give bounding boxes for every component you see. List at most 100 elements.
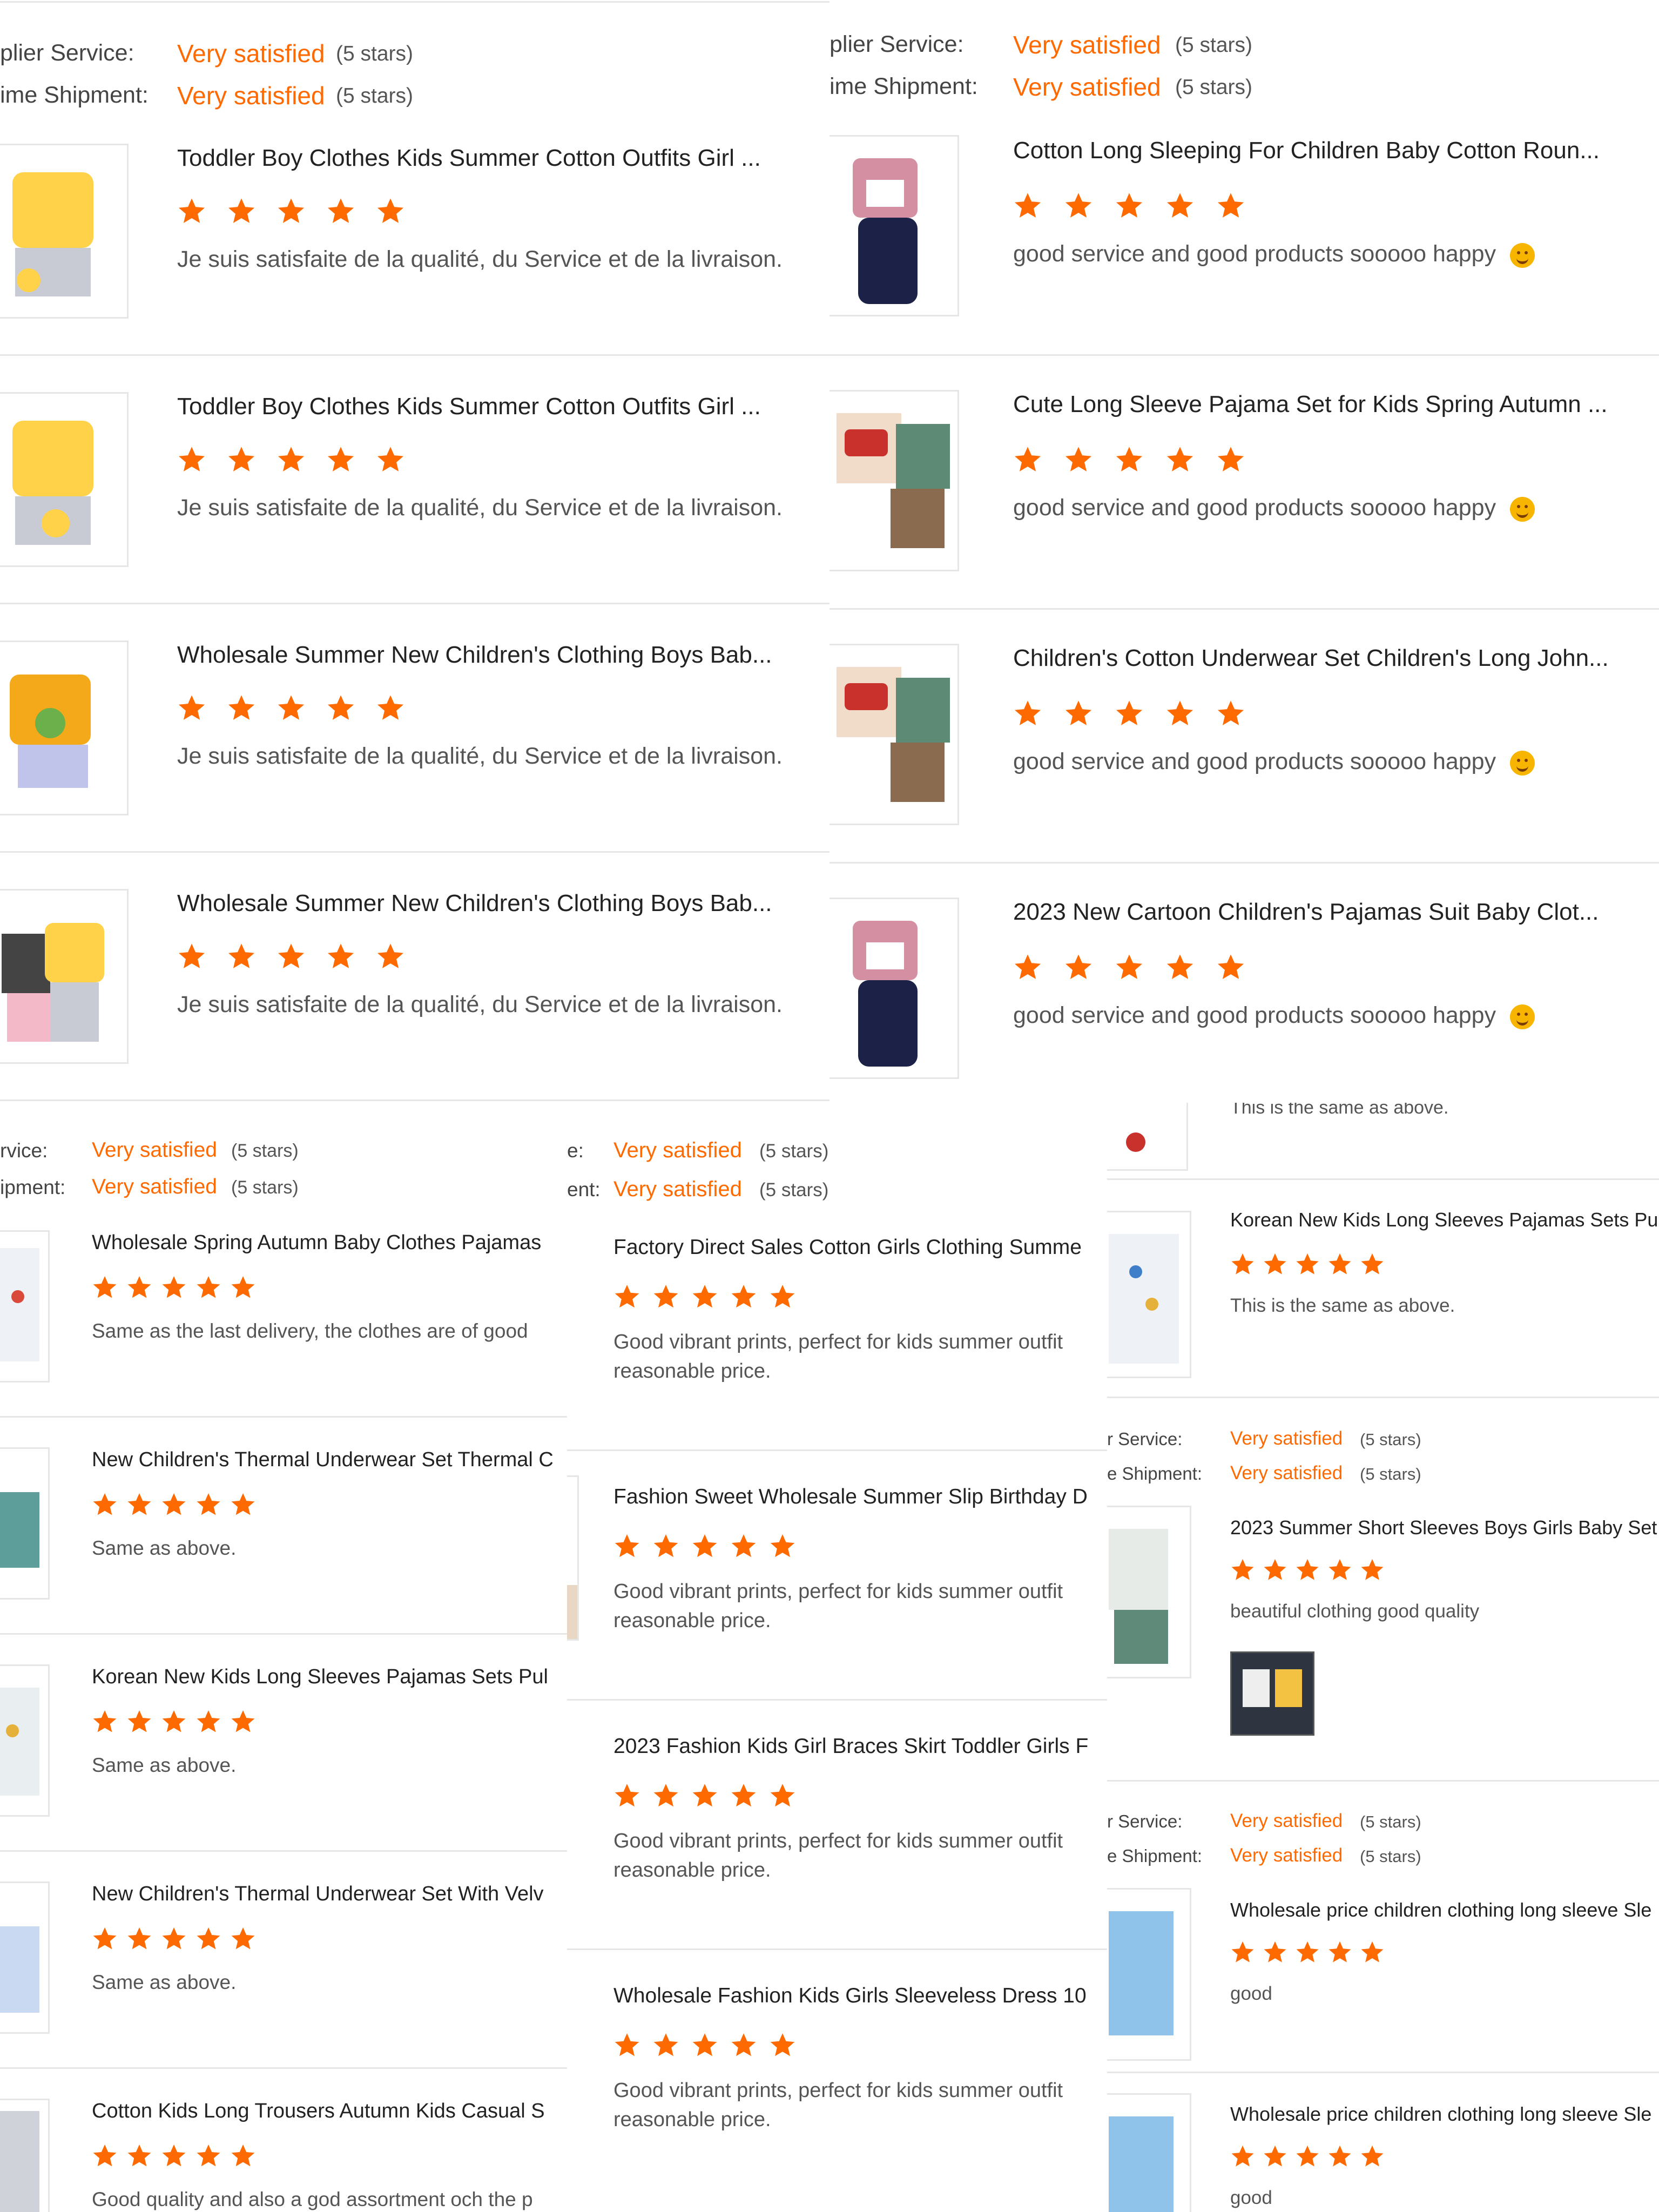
star-icon xyxy=(1166,193,1193,218)
product-title[interactable]: Wholesale price children clothing long s… xyxy=(1230,1899,1651,1921)
shipment-rating: Very satisfied xyxy=(1230,1845,1343,1866)
review-comment: good xyxy=(1230,1983,1272,2004)
product-thumbnail[interactable] xyxy=(0,1230,50,1382)
shipment-rating: Very satisfied xyxy=(92,1175,217,1198)
supplier-service-rating: Very satisfied xyxy=(177,39,325,68)
product-title[interactable]: Toddler Boy Clothes Kids Summer Cotton O… xyxy=(177,393,761,420)
product-thumbnail[interactable] xyxy=(0,1881,50,2034)
review-comment: Je suis satisfaite de la qualité, du Ser… xyxy=(177,992,783,1017)
product-thumbnail[interactable] xyxy=(0,640,129,815)
product-title[interactable]: Wholesale Fashion Kids Girls Sleeveless … xyxy=(613,1984,1087,2008)
product-thumbnail[interactable] xyxy=(1107,1103,1188,1171)
star-icon xyxy=(1166,700,1193,725)
star-icon xyxy=(731,2033,756,2056)
review-comment-text: good service and good products sooooo ha… xyxy=(1013,1002,1496,1028)
star-icon xyxy=(327,447,354,471)
product-title[interactable]: Cute Long Sleeve Pajama Set for Kids Spr… xyxy=(1013,391,1608,418)
smiling-face-icon xyxy=(1510,496,1535,522)
product-title[interactable]: Wholesale price children clothing long s… xyxy=(1230,2103,1651,2126)
product-title[interactable]: Wholesale Spring Autumn Baby Clothes Paj… xyxy=(92,1231,541,1255)
product-thumbnail[interactable] xyxy=(0,392,129,567)
review-comment: Same as above. xyxy=(92,1754,237,1776)
product-thumbnail[interactable] xyxy=(0,2099,50,2212)
review-comment: Same as above. xyxy=(92,1537,237,1559)
product-title[interactable]: Factory Direct Sales Cotton Girls Clothi… xyxy=(613,1236,1082,1259)
product-thumbnail[interactable] xyxy=(830,644,959,825)
product-title[interactable]: New Children's Thermal Underwear Set Wit… xyxy=(92,1883,544,1906)
star-icon xyxy=(653,1534,678,1557)
review-comment: Good vibrant prints, perfect for kids su… xyxy=(613,1580,1063,1603)
review-comment: Same as above. xyxy=(92,1971,237,1993)
product-title[interactable]: Children's Cotton Underwear Set Children… xyxy=(1013,645,1609,672)
star-icon xyxy=(1217,193,1244,218)
star-icon xyxy=(231,1276,255,1298)
product-thumbnail[interactable] xyxy=(0,1664,50,1817)
product-thumbnail[interactable] xyxy=(1107,1211,1191,1378)
product-title[interactable]: Cotton Long Sleeping For Children Baby C… xyxy=(1013,137,1600,164)
product-thumbnail[interactable] xyxy=(0,889,129,1064)
product-thumbnail[interactable] xyxy=(1107,1888,1191,2061)
review-comment: Good quality and also a god assortment o… xyxy=(92,2188,533,2210)
review-comment-text: good service and good products sooooo ha… xyxy=(1013,241,1496,267)
review-panel-2: plier Service: Very satisfied (5 stars) … xyxy=(830,0,1659,1103)
product-title[interactable]: Wholesale Summer New Children's Clothing… xyxy=(177,890,772,917)
product-thumbnail[interactable] xyxy=(0,1447,50,1600)
star-icon xyxy=(377,943,404,968)
star-icon xyxy=(1065,447,1092,471)
star-icon xyxy=(162,1493,186,1515)
supplier-service-rating: Very satisfied xyxy=(1230,1428,1343,1449)
product-title[interactable]: Fashion Sweet Wholesale Summer Slip Birt… xyxy=(613,1485,1088,1509)
product-thumbnail[interactable] xyxy=(830,135,959,316)
supplier-service-label: plier Service: xyxy=(0,40,134,66)
product-thumbnail[interactable] xyxy=(830,390,959,571)
star-icon xyxy=(127,1927,151,1950)
review-comment-continued: reasonable price. xyxy=(613,1609,771,1632)
shipment-rating: Very satisfied xyxy=(613,1177,742,1201)
product-title[interactable]: New Children's Thermal Underwear Set The… xyxy=(92,1448,554,1472)
star-icon xyxy=(1328,2145,1351,2167)
supplier-service-count: (5 stars) xyxy=(1360,1812,1421,1831)
product-title[interactable]: Toddler Boy Clothes Kids Summer Cotton O… xyxy=(177,145,761,172)
star-icon xyxy=(327,695,354,720)
product-thumbnail[interactable] xyxy=(567,1475,579,1641)
star-icon xyxy=(615,1784,639,1807)
star-icon xyxy=(377,198,404,223)
star-icon xyxy=(127,1276,151,1298)
product-title[interactable]: Korean New Kids Long Sleeves Pajamas Set… xyxy=(92,1665,548,1689)
star-icon xyxy=(731,1784,756,1807)
star-icon xyxy=(278,695,305,720)
product-title[interactable]: 2023 Summer Short Sleeves Boys Girls Bab… xyxy=(1230,1516,1657,1539)
star-icon xyxy=(615,1534,639,1557)
review-photo[interactable] xyxy=(1230,1651,1314,1736)
star-rating xyxy=(1013,953,1245,982)
star-icon xyxy=(1264,2145,1286,2167)
star-icon xyxy=(178,447,205,471)
review-comment: Je suis satisfaite de la qualité, du Ser… xyxy=(177,743,783,769)
product-thumbnail[interactable] xyxy=(830,898,959,1079)
product-title[interactable]: 2023 Fashion Kids Girl Braces Skirt Todd… xyxy=(613,1735,1088,1758)
shipment-rating: Very satisfied xyxy=(177,82,325,110)
supplier-service-label: rvice: xyxy=(0,1139,48,1162)
supplier-service-label: e: xyxy=(567,1139,584,1162)
product-title[interactable]: Cotton Kids Long Trousers Autumn Kids Ca… xyxy=(92,2100,545,2123)
shipment-label: ime Shipment: xyxy=(830,73,978,99)
star-icon xyxy=(197,1493,220,1515)
star-icon xyxy=(1014,700,1041,725)
star-icon xyxy=(692,1534,717,1557)
product-title[interactable]: 2023 New Cartoon Children's Pajamas Suit… xyxy=(1013,899,1599,926)
star-icon xyxy=(162,1276,186,1298)
star-icon xyxy=(228,198,255,223)
product-thumbnail[interactable] xyxy=(1107,2093,1191,2212)
review-comment: beautiful clothing good quality xyxy=(1230,1601,1480,1622)
product-title[interactable]: Korean New Kids Long Sleeves Pajamas Set… xyxy=(1230,1209,1658,1231)
shipment-label: ime Shipment: xyxy=(0,82,149,108)
star-rating xyxy=(613,1533,796,1560)
star-rating xyxy=(613,2032,796,2059)
product-thumbnail[interactable] xyxy=(1107,1506,1191,1678)
star-icon xyxy=(278,198,305,223)
star-icon xyxy=(1116,700,1143,725)
star-icon xyxy=(770,1784,795,1807)
star-rating xyxy=(92,1926,256,1952)
product-thumbnail[interactable] xyxy=(0,144,129,319)
product-title[interactable]: Wholesale Summer New Children's Clothing… xyxy=(177,642,772,669)
